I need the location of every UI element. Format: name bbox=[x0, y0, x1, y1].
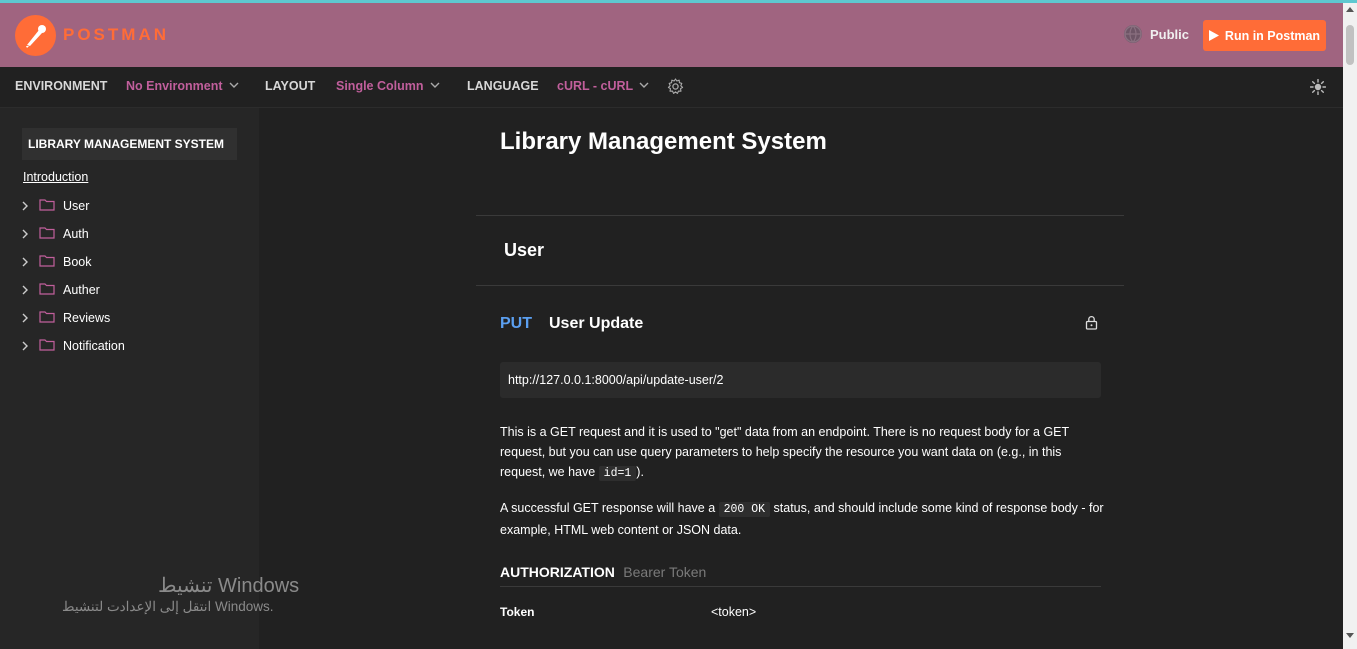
play-icon bbox=[1208, 30, 1219, 41]
chevron-right-icon[interactable] bbox=[19, 201, 31, 211]
chevron-right-icon[interactable] bbox=[19, 257, 31, 267]
section-title: User bbox=[504, 240, 545, 260]
authorization-type: Bearer Token bbox=[623, 564, 707, 580]
folder-icon bbox=[39, 338, 55, 354]
divider bbox=[476, 285, 1124, 286]
sidebar-item-user[interactable]: User bbox=[19, 196, 89, 216]
description-text: A successful GET response will have a bbox=[500, 501, 719, 515]
collection-title[interactable]: LIBRARY MANAGEMENT SYSTEM bbox=[22, 128, 237, 160]
folder-label: Auther bbox=[63, 283, 100, 297]
token-key: Token bbox=[500, 605, 535, 619]
documentation-content: Library Management System User PUT User … bbox=[259, 108, 1343, 649]
folder-label: User bbox=[63, 199, 90, 213]
globe-icon bbox=[1124, 25, 1142, 43]
chevron-right-icon[interactable] bbox=[19, 341, 31, 351]
environment-label: ENVIRONMENT bbox=[15, 79, 108, 93]
folder-icon bbox=[39, 282, 55, 298]
layout-dropdown[interactable]: Single Column bbox=[336, 79, 424, 93]
scrollbar-thumb[interactable] bbox=[1346, 25, 1354, 65]
header-bar: POSTMAN Public Run in Postman bbox=[0, 3, 1343, 67]
postman-logo-icon[interactable] bbox=[15, 15, 56, 56]
page-title: Library Management System bbox=[500, 128, 827, 155]
chevron-down-icon[interactable] bbox=[229, 82, 239, 88]
chevron-down-icon[interactable] bbox=[430, 82, 440, 88]
request-description: This is a GET request and it is used to … bbox=[500, 422, 1104, 484]
layout-label: LAYOUT bbox=[265, 79, 316, 93]
gear-icon[interactable] bbox=[667, 78, 684, 95]
folder-label: Book bbox=[63, 255, 92, 269]
language-dropdown[interactable]: cURL - cURL bbox=[557, 79, 633, 93]
chevron-right-icon[interactable] bbox=[19, 313, 31, 323]
lock-icon bbox=[1085, 316, 1098, 330]
visibility-indicator: Public bbox=[1124, 25, 1189, 43]
sun-icon[interactable] bbox=[1310, 79, 1326, 95]
folder-icon bbox=[39, 254, 55, 270]
sidebar-item-auth[interactable]: Auth bbox=[19, 224, 89, 244]
folder-label: Reviews bbox=[63, 311, 111, 325]
folder-label: Auth bbox=[63, 227, 89, 241]
folder-icon bbox=[39, 226, 55, 242]
inline-code: 200 OK bbox=[718, 502, 771, 517]
token-value: <token> bbox=[711, 605, 757, 619]
run-in-postman-button[interactable]: Run in Postman bbox=[1203, 20, 1326, 51]
divider bbox=[476, 215, 1124, 216]
windows-activation-title: تنشيط Windows bbox=[158, 575, 300, 597]
scroll-up-icon[interactable] bbox=[1346, 7, 1354, 12]
sidebar-item-book[interactable]: Book bbox=[19, 252, 92, 272]
authorization-title: AUTHORIZATION bbox=[500, 564, 615, 580]
chevron-right-icon[interactable] bbox=[19, 229, 31, 239]
scroll-down-icon[interactable] bbox=[1346, 633, 1354, 638]
page-scrollbar[interactable] bbox=[1343, 3, 1357, 649]
sidebar-item-reviews[interactable]: Reviews bbox=[19, 308, 110, 328]
description-text: ). bbox=[636, 465, 644, 479]
visibility-label: Public bbox=[1150, 26, 1190, 42]
folder-icon bbox=[39, 310, 55, 326]
authorization-header: AUTHORIZATION Bearer Token bbox=[500, 564, 1101, 587]
postman-wordmark: POSTMAN bbox=[63, 25, 169, 44]
windows-activation-subtitle: انتقل إلى الإعدادت لتنشيط Windows. bbox=[62, 599, 274, 614]
request-method: PUT bbox=[500, 315, 532, 332]
folder-icon bbox=[39, 198, 55, 214]
language-label: LANGUAGE bbox=[467, 79, 539, 93]
sidebar-item-notification[interactable]: Notification bbox=[19, 336, 125, 356]
request-url[interactable]: http://127.0.0.1:8000/api/update-user/2 bbox=[500, 362, 1101, 398]
introduction-link[interactable]: Introduction bbox=[23, 170, 88, 184]
chevron-right-icon[interactable] bbox=[19, 285, 31, 295]
inline-code: id=1 bbox=[598, 466, 637, 481]
options-toolbar: ENVIRONMENT No Environment LAYOUT Single… bbox=[0, 67, 1343, 108]
sidebar-item-auther[interactable]: Auther bbox=[19, 280, 100, 300]
chevron-down-icon[interactable] bbox=[639, 82, 649, 88]
description-text: This is a GET request and it is used to … bbox=[500, 425, 1069, 479]
run-button-label: Run in Postman bbox=[1224, 28, 1321, 43]
sidebar: LIBRARY MANAGEMENT SYSTEM Introduction U… bbox=[0, 108, 259, 649]
request-name: User Update bbox=[549, 315, 644, 332]
environment-dropdown[interactable]: No Environment bbox=[126, 79, 223, 93]
response-description: A successful GET response will have a 20… bbox=[500, 498, 1104, 540]
folder-label: Notification bbox=[63, 339, 125, 353]
